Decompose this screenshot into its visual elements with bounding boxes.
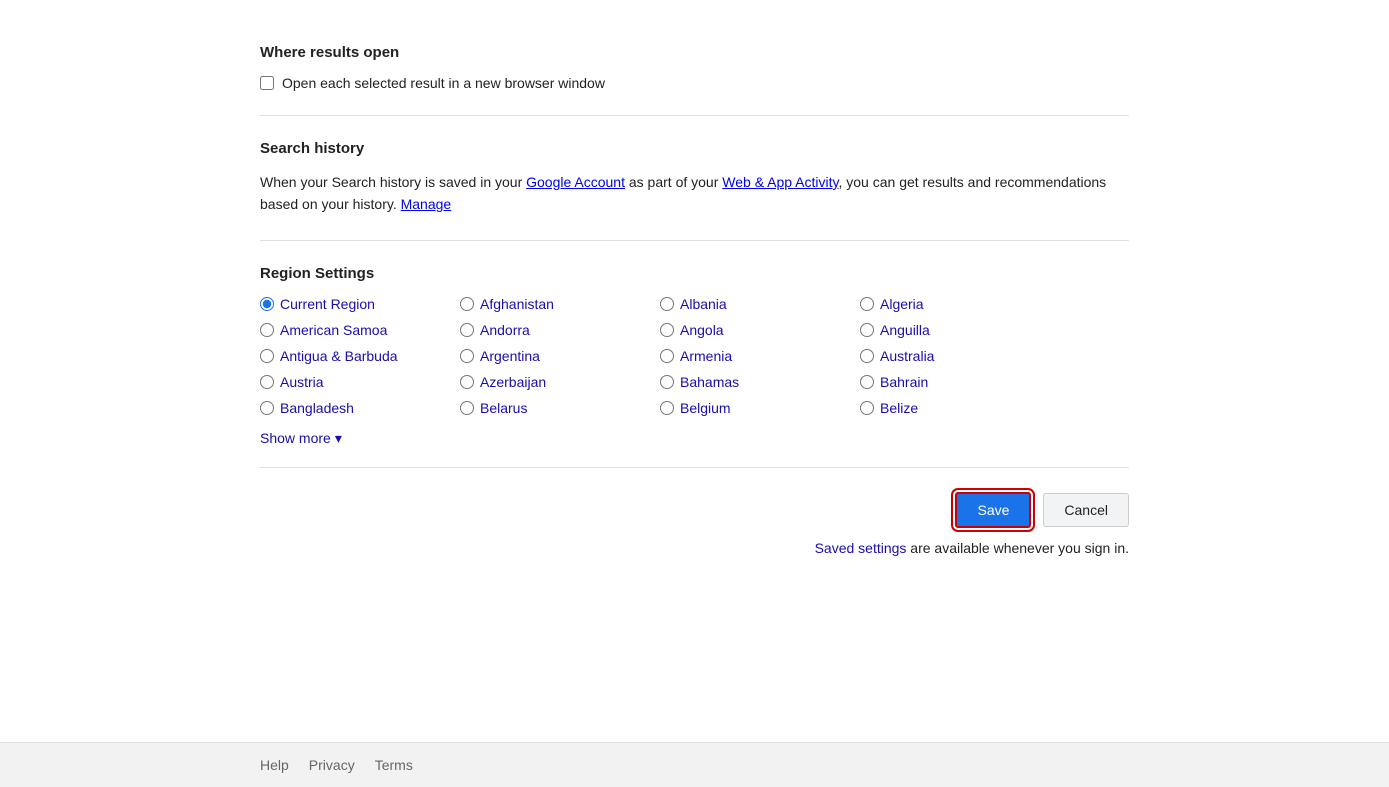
region-label-bangladesh: Bangladesh [280, 400, 354, 416]
saved-settings-text: Saved settings are available whenever yo… [260, 540, 1129, 556]
region-option-andorra[interactable]: Andorra [460, 322, 660, 338]
region-label-andorra: Andorra [480, 322, 530, 338]
region-option-current[interactable]: Current Region [260, 296, 460, 312]
region-label-algeria: Algeria [880, 296, 924, 312]
region-option-american-samoa[interactable]: American Samoa [260, 322, 460, 338]
region-radio-american-samoa[interactable] [260, 323, 274, 337]
show-more-link[interactable]: Show more ▾ [260, 430, 342, 447]
region-option-australia[interactable]: Australia [860, 348, 1060, 364]
new-window-checkbox-label[interactable]: Open each selected result in a new brows… [260, 75, 1129, 91]
search-history-text-1: When your Search history is saved in you… [260, 174, 526, 190]
region-radio-andorra[interactable] [460, 323, 474, 337]
region-radio-bangladesh[interactable] [260, 401, 274, 415]
saved-settings-suffix: are available whenever you sign in. [906, 540, 1129, 556]
region-option-antigua[interactable]: Antigua & Barbuda [260, 348, 460, 364]
new-window-checkbox[interactable] [260, 76, 274, 90]
show-more-label: Show more [260, 430, 331, 446]
region-radio-angola[interactable] [660, 323, 674, 337]
search-history-section: Search history When your Search history … [260, 116, 1129, 241]
region-label-azerbaijan: Azerbaijan [480, 374, 546, 390]
footer-help-link[interactable]: Help [260, 757, 289, 773]
save-button[interactable]: Save [955, 492, 1031, 528]
region-radio-algeria[interactable] [860, 297, 874, 311]
region-label-armenia: Armenia [680, 348, 732, 364]
saved-settings-link[interactable]: Saved settings [815, 540, 907, 556]
region-option-belarus[interactable]: Belarus [460, 400, 660, 416]
region-radio-austria[interactable] [260, 375, 274, 389]
region-option-austria[interactable]: Austria [260, 374, 460, 390]
footer-privacy-link[interactable]: Privacy [309, 757, 355, 773]
region-radio-belarus[interactable] [460, 401, 474, 415]
region-label-argentina: Argentina [480, 348, 540, 364]
region-option-armenia[interactable]: Armenia [660, 348, 860, 364]
region-label-austria: Austria [280, 374, 324, 390]
region-label-albania: Albania [680, 296, 727, 312]
region-label-bahrain: Bahrain [880, 374, 928, 390]
region-label-belarus: Belarus [480, 400, 527, 416]
region-option-afghanistan[interactable]: Afghanistan [460, 296, 660, 312]
region-option-azerbaijan[interactable]: Azerbaijan [460, 374, 660, 390]
web-app-activity-link[interactable]: Web & App Activity [722, 174, 838, 190]
region-radio-australia[interactable] [860, 349, 874, 363]
cancel-button[interactable]: Cancel [1043, 493, 1129, 527]
region-label-belgium: Belgium [680, 400, 731, 416]
region-label-bahamas: Bahamas [680, 374, 739, 390]
manage-link[interactable]: Manage [401, 196, 452, 212]
region-radio-armenia[interactable] [660, 349, 674, 363]
region-radio-antigua[interactable] [260, 349, 274, 363]
region-option-bahrain[interactable]: Bahrain [860, 374, 1060, 390]
region-settings-section: Region Settings Current Region Afghanist… [260, 241, 1129, 572]
region-label-anguilla: Anguilla [880, 322, 930, 338]
search-history-text-2: as part of your [625, 174, 722, 190]
region-label-antigua: Antigua & Barbuda [280, 348, 398, 364]
region-settings-title: Region Settings [260, 265, 1129, 282]
new-window-label: Open each selected result in a new brows… [282, 75, 605, 91]
region-radio-bahrain[interactable] [860, 375, 874, 389]
region-radio-azerbaijan[interactable] [460, 375, 474, 389]
region-label-belize: Belize [880, 400, 918, 416]
footer-terms-link[interactable]: Terms [375, 757, 413, 773]
region-option-angola[interactable]: Angola [660, 322, 860, 338]
region-radio-afghanistan[interactable] [460, 297, 474, 311]
region-option-albania[interactable]: Albania [660, 296, 860, 312]
region-option-belgium[interactable]: Belgium [660, 400, 860, 416]
region-option-algeria[interactable]: Algeria [860, 296, 1060, 312]
region-radio-albania[interactable] [660, 297, 674, 311]
region-grid: Current Region Afghanistan Albania Alger… [260, 296, 1129, 416]
region-label-american-samoa: American Samoa [280, 322, 387, 338]
actions-row: Save Cancel [260, 468, 1129, 536]
region-radio-belgium[interactable] [660, 401, 674, 415]
footer: Help Privacy Terms [0, 742, 1389, 787]
region-label-australia: Australia [880, 348, 934, 364]
google-account-link[interactable]: Google Account [526, 174, 625, 190]
show-more-arrow-icon: ▾ [335, 430, 342, 447]
region-option-argentina[interactable]: Argentina [460, 348, 660, 364]
region-radio-belize[interactable] [860, 401, 874, 415]
region-label-current: Current Region [280, 296, 375, 312]
search-history-title: Search history [260, 140, 1129, 157]
region-label-angola: Angola [680, 322, 724, 338]
where-results-open-title: Where results open [260, 44, 1129, 61]
region-option-anguilla[interactable]: Anguilla [860, 322, 1060, 338]
search-history-description: When your Search history is saved in you… [260, 171, 1129, 216]
region-radio-bahamas[interactable] [660, 375, 674, 389]
region-radio-argentina[interactable] [460, 349, 474, 363]
region-label-afghanistan: Afghanistan [480, 296, 554, 312]
region-option-belize[interactable]: Belize [860, 400, 1060, 416]
where-results-open-section: Where results open Open each selected re… [260, 20, 1129, 116]
region-option-bangladesh[interactable]: Bangladesh [260, 400, 460, 416]
region-option-bahamas[interactable]: Bahamas [660, 374, 860, 390]
region-radio-current[interactable] [260, 297, 274, 311]
region-radio-anguilla[interactable] [860, 323, 874, 337]
